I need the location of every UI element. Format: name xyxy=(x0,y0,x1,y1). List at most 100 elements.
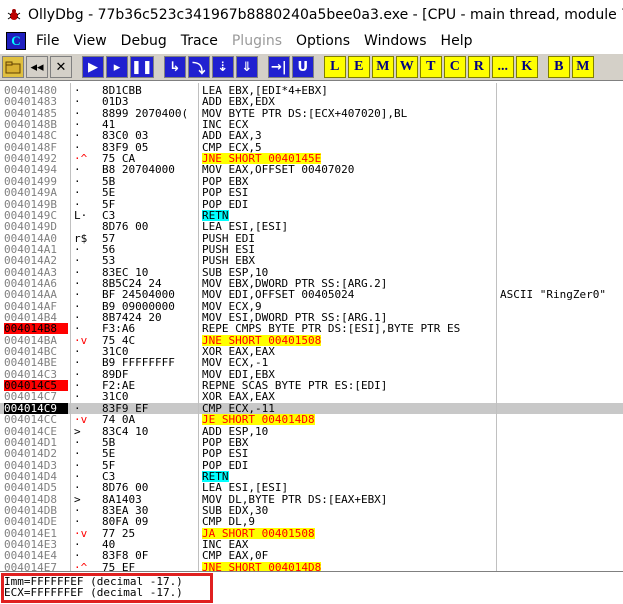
hex-dump-cell[interactable]: 83C4 10 xyxy=(102,426,200,437)
disasm-row[interactable]: 00401492 ·^ 75 CA JNE SHORT 0040145E xyxy=(0,153,623,165)
address-cell[interactable]: 00401485 xyxy=(4,108,68,119)
disassembly-cell[interactable]: JNE SHORT 004014D8 xyxy=(202,561,494,571)
trace-into-button[interactable]: ⇣ xyxy=(211,56,234,78)
address-cell[interactable]: 00401492 xyxy=(4,153,68,164)
menu-view[interactable]: View xyxy=(73,33,106,49)
disasm-row[interactable]: 004014E1 ·v 77 25 JA SHORT 00401508 xyxy=(0,527,623,539)
log-window-button[interactable]: L xyxy=(323,56,346,78)
disasm-row[interactable]: 0040149A · 5E POP ESI xyxy=(0,187,623,198)
hex-dump-cell[interactable]: 5B xyxy=(102,437,200,448)
disasm-row[interactable]: 004014BE · B9 FFFFFFFF MOV ECX,-1 xyxy=(0,357,623,368)
address-cell[interactable]: 0040149D xyxy=(4,221,68,232)
disassembly-cell[interactable]: ADD EBX,EDX xyxy=(202,96,494,107)
disassembly-cell[interactable]: INC EAX xyxy=(202,539,494,550)
modules-window-button[interactable]: E xyxy=(347,56,370,78)
hex-dump-cell[interactable]: 83C0 03 xyxy=(102,130,200,141)
address-cell[interactable]: 004014D1 xyxy=(4,437,68,448)
hex-dump-cell[interactable]: 83EA 30 xyxy=(102,505,200,516)
disasm-row[interactable]: 00401480 · 8D1CBB LEA EBX,[EDI*4+EBX] xyxy=(0,85,623,96)
address-cell[interactable]: 00401480 xyxy=(4,85,68,96)
trace-over-button[interactable]: ⇓ xyxy=(235,56,258,78)
hex-dump-cell[interactable]: 53 xyxy=(102,255,200,266)
address-cell[interactable]: 004014E7 xyxy=(4,562,68,571)
disasm-row[interactable]: 004014A0 r$ 57 PUSH EDI xyxy=(0,233,623,244)
open-folder-icon[interactable] xyxy=(2,56,24,78)
disassembly-cell[interactable]: CMP EAX,0F xyxy=(202,550,494,561)
address-cell[interactable]: 004014D5 xyxy=(4,482,68,493)
disassembly-cell[interactable]: CMP ECX,5 xyxy=(202,142,494,153)
address-cell[interactable]: 004014DE xyxy=(4,516,68,527)
address-cell[interactable]: 0040149A xyxy=(4,187,68,198)
hex-dump-cell[interactable]: 8D76 00 xyxy=(102,482,200,493)
menu-options[interactable]: Options xyxy=(296,33,350,49)
windows-window-button[interactable]: W xyxy=(395,56,418,78)
disassembly-cell[interactable]: POP EDI xyxy=(202,460,494,471)
address-cell[interactable]: 004014E1 xyxy=(4,528,68,539)
disassembly-cell[interactable]: REPNE SCAS BYTE PTR ES:[EDI] xyxy=(202,380,494,391)
column-separator[interactable] xyxy=(496,83,497,571)
address-cell[interactable]: 004014A1 xyxy=(4,244,68,255)
disassembly-cell[interactable]: PUSH EBX xyxy=(202,255,494,266)
disasm-row[interactable]: 004014E3 · 40 INC EAX xyxy=(0,539,623,550)
hex-dump-cell[interactable]: C3 xyxy=(102,210,200,221)
disassembly-cell[interactable]: MOV ECX,9 xyxy=(202,301,494,312)
disasm-row[interactable]: 004014E7 ·^ 75 EF JNE SHORT 004014D8 xyxy=(0,561,623,571)
disasm-row[interactable]: 004014A1 · 56 PUSH ESI xyxy=(0,244,623,255)
address-cell[interactable]: 004014A0 xyxy=(4,233,68,244)
address-cell[interactable]: 004014BE xyxy=(4,357,68,368)
address-cell[interactable]: 004014A2 xyxy=(4,255,68,266)
hex-dump-cell[interactable]: 83F9 EF xyxy=(102,403,200,414)
hex-dump-cell[interactable]: B8 20704000 xyxy=(102,164,200,175)
menu-help[interactable]: Help xyxy=(441,33,473,49)
disassembly-cell[interactable]: XOR EAX,EAX xyxy=(202,391,494,402)
disassembly-pane[interactable]: 00401480 · 8D1CBB LEA EBX,[EDI*4+EBX] 004014… xyxy=(0,83,623,571)
hex-dump-cell[interactable]: 01D3 xyxy=(102,96,200,107)
address-cell[interactable]: 004014D8 xyxy=(4,494,68,505)
menu-file[interactable]: File xyxy=(36,33,59,49)
pause-button[interactable]: ❚❚ xyxy=(130,56,154,78)
disasm-row[interactable]: 0040148F · 83F9 05 CMP ECX,5 xyxy=(0,142,623,153)
hex-dump-cell[interactable]: 8D76 00 xyxy=(102,221,200,232)
address-cell[interactable]: 0040149C xyxy=(4,210,68,221)
address-cell[interactable]: 00401499 xyxy=(4,176,68,187)
hex-dump-cell[interactable]: 56 xyxy=(102,244,200,255)
disasm-row[interactable]: 004014DE · 80FA 09 CMP DL,9 xyxy=(0,516,623,527)
step-into-button[interactable]: ↳ xyxy=(163,56,186,78)
address-cell[interactable]: 004014C9 xyxy=(4,402,68,414)
hex-dump-cell[interactable]: 5E xyxy=(102,187,200,198)
address-cell[interactable]: 004014D3 xyxy=(4,460,68,471)
memory-window-button[interactable]: M xyxy=(371,56,394,78)
disasm-row[interactable]: 004014D4 · C3 RETN xyxy=(0,470,623,482)
disassembly-cell[interactable]: RETN xyxy=(202,470,494,482)
address-cell[interactable]: 00401494 xyxy=(4,164,68,175)
disassembly-cell[interactable]: MOV BYTE PTR DS:[ECX+407020],BL xyxy=(202,108,494,119)
references-window-button[interactable]: R xyxy=(467,56,490,78)
comment-cell[interactable]: ASCII "RingZer0" xyxy=(500,289,623,300)
address-cell[interactable]: 004014E3 xyxy=(4,539,68,550)
hex-dump-cell[interactable]: B9 FFFFFFFF xyxy=(102,357,200,368)
threads-window-button[interactable]: T xyxy=(419,56,442,78)
step-button[interactable]: ▸ xyxy=(106,56,128,78)
disasm-row[interactable]: 004014D1 · 5B POP EBX xyxy=(0,437,623,448)
disasm-row[interactable]: 004014C7 · 31C0 XOR EAX,EAX xyxy=(0,391,623,402)
hex-dump-cell[interactable]: 8B7424 20 xyxy=(102,312,200,323)
hex-dump-cell[interactable]: 5F xyxy=(102,460,200,471)
disassembly-cell[interactable]: XOR EAX,EAX xyxy=(202,346,494,357)
hex-dump-cell[interactable]: 5E xyxy=(102,448,200,459)
disassembly-cell[interactable]: SUB ESP,10 xyxy=(202,267,494,278)
hex-dump-cell[interactable]: 31C0 xyxy=(102,391,200,402)
disasm-row[interactable]: 004014D8 >8A1403 MOV DL,BYTE PTR DS:[EAX+E… xyxy=(0,494,623,505)
hex-dump-cell[interactable]: 74 0A xyxy=(102,414,200,425)
disasm-row[interactable]: 004014D2 · 5E POP ESI xyxy=(0,448,623,459)
disassembly-cell[interactable]: MOV EDI,OFFSET 00405024 xyxy=(202,289,494,300)
menu-debug[interactable]: Debug xyxy=(121,33,167,49)
disassembly-cell[interactable]: POP ESI xyxy=(202,448,494,459)
address-cell[interactable]: 004014AF xyxy=(4,301,68,312)
disassembly-cell[interactable]: MOV EBX,DWORD PTR SS:[ARG.2] xyxy=(202,278,494,289)
disasm-row[interactable]: 0040149C L· C3 RETN xyxy=(0,209,623,221)
address-cell[interactable]: 0040148B xyxy=(4,119,68,130)
hex-dump-cell[interactable]: F3:A6 xyxy=(102,323,200,334)
menu-windows[interactable]: Windows xyxy=(364,33,427,49)
disasm-row[interactable]: 004014A3 · 83EC 10 SUB ESP,10 xyxy=(0,267,623,278)
run-button[interactable]: ▶ xyxy=(82,56,104,78)
